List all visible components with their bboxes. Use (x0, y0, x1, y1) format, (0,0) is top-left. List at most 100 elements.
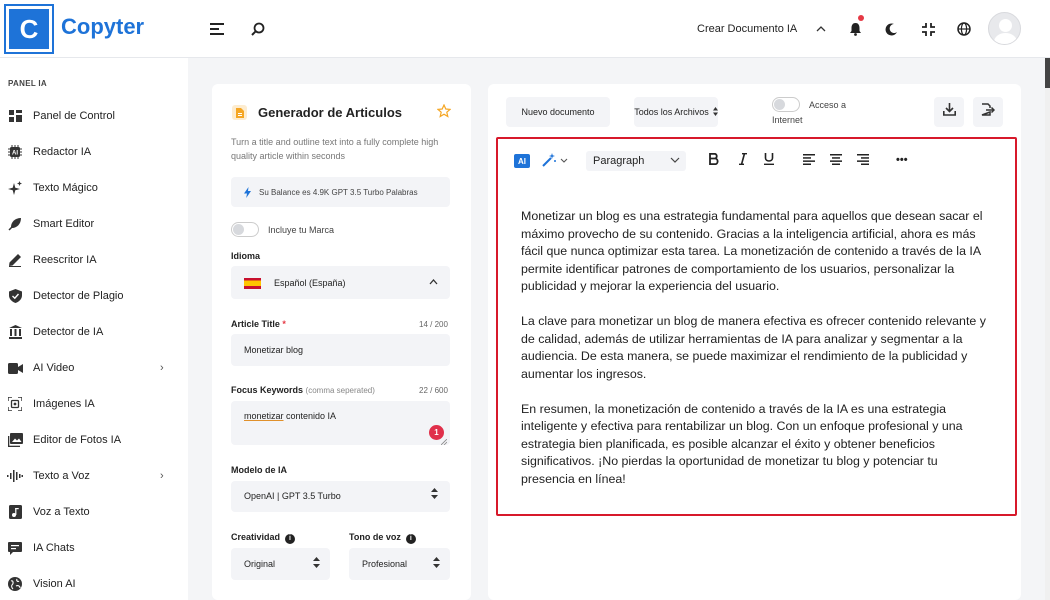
underline-icon[interactable] (764, 153, 774, 165)
sidebar-item-voz-a-texto[interactable]: Voz a Texto (0, 494, 188, 530)
form-title: Generador de Articulos (258, 105, 402, 120)
content-paragraph: En resumen, la monetización de contenido… (521, 401, 963, 486)
download-button[interactable] (934, 97, 964, 127)
ai-model-select[interactable]: OpenAI | GPT 3.5 Turbo (231, 481, 450, 512)
resize-handle-icon[interactable] (440, 437, 448, 447)
sidebar-item-label: IA Chats (33, 542, 75, 554)
brand-toggle[interactable] (231, 222, 259, 237)
app-name[interactable]: Copyter (61, 14, 144, 40)
article-title-label: Article Title * (231, 319, 286, 329)
focus-keywords-label: Focus Keywords (comma seperated) (231, 385, 375, 395)
favorite-star-icon[interactable] (436, 103, 452, 123)
bell-icon[interactable] (844, 18, 866, 40)
sidebar-item-imagenes-ia[interactable]: Imágenes IA (0, 386, 188, 422)
pen-icon (7, 252, 23, 268)
page-scrollbar[interactable] (1045, 58, 1050, 600)
creativity-select[interactable]: Original (231, 548, 330, 580)
grid-icon (7, 108, 23, 124)
info-icon: i (405, 534, 416, 544)
creativity-label: Creatividad i (231, 532, 296, 544)
fullscreen-exit-icon[interactable] (917, 18, 939, 40)
chevron-right-icon[interactable]: › (160, 362, 164, 374)
download-icon (942, 103, 956, 121)
sidebar-item-label: Vision AI (33, 578, 76, 590)
chevron-up-icon[interactable] (810, 18, 832, 40)
image-scan-icon (7, 396, 23, 412)
internet-access-label-1: Acceso a (809, 100, 847, 110)
music-file-icon (7, 504, 23, 520)
bold-icon[interactable] (709, 153, 719, 165)
tone-label: Tono de voz i (349, 532, 416, 544)
editor-content[interactable]: Monetizar un blog es una estrategia fund… (521, 208, 991, 488)
up-down-icon (431, 488, 438, 501)
sidebar-item-label: Voz a Texto (33, 506, 90, 518)
sparkle-icon (7, 180, 23, 196)
dark-mode-icon[interactable] (881, 18, 903, 40)
form-description: Turn a title and outline text into a ful… (231, 137, 439, 161)
ai-model-label: Modelo de IA (231, 465, 287, 475)
language-label: Idioma (231, 251, 261, 261)
sidebar-item-texto-a-voz[interactable]: Texto a Voz › (0, 458, 188, 494)
sidebar-section-label: PANEL IA (8, 79, 47, 88)
search-icon[interactable] (247, 18, 269, 40)
language-select[interactable]: Español (España) (231, 266, 450, 299)
keywords-counter: 22 / 600 (419, 386, 448, 395)
sidebar-item-redactor-ia[interactable]: AI Redactor IA (0, 134, 188, 170)
sidebar-item-vision-ai[interactable]: Vision AI (0, 566, 188, 600)
up-down-icon (433, 557, 440, 570)
chevron-right-icon[interactable]: › (160, 470, 164, 482)
sidebar-item-label: Detector de IA (33, 326, 104, 338)
balance-banner: Su Balance es 4.9K GPT 3.5 Turbo Palabra… (231, 177, 450, 207)
create-document-button[interactable]: Crear Documento IA (697, 23, 797, 35)
sidebar-item-detector-de-ia[interactable]: Detector de IA (0, 314, 188, 350)
chat-icon (7, 540, 23, 556)
more-options-icon[interactable]: ••• (896, 154, 908, 166)
sidebar-item-label: Reescritor IA (33, 254, 97, 266)
sidebar-item-ia-chats[interactable]: IA Chats (0, 530, 188, 566)
brand-toggle-label: Incluye tu Marca (268, 225, 335, 235)
ai-assist-button[interactable]: AI (514, 154, 530, 168)
paragraph-style-select[interactable]: Paragraph (586, 151, 686, 171)
sidebar-item-editor-de-fotos-ia[interactable]: Editor de Fotos IA (0, 422, 188, 458)
rich-text-editor[interactable]: AI Paragraph ••• Monetizar un blog es un… (496, 137, 1017, 516)
tone-select[interactable]: Profesional (349, 548, 450, 580)
article-title-input[interactable]: Monetizar blog (231, 334, 450, 366)
focus-keywords-textarea[interactable]: monetizar contenido IA (231, 401, 450, 447)
align-right-icon[interactable] (857, 154, 869, 165)
logo[interactable]: C (4, 4, 54, 54)
save-button[interactable] (973, 97, 1003, 127)
magic-wand-dropdown[interactable] (542, 153, 568, 167)
document-editor-card: Nuevo documento Todos los Archivos Acces… (488, 84, 1021, 600)
content-paragraph: La clave para monetizar un blog de maner… (521, 314, 986, 381)
article-generator-form: Generador de Articulos Turn a title and … (212, 84, 471, 600)
globe-language-icon[interactable] (953, 18, 975, 40)
sidebar-item-label: AI Video (33, 362, 75, 374)
photo-icon (7, 432, 23, 448)
sidebar-item-ai-video[interactable]: AI Video › (0, 350, 188, 386)
language-value: Español (España) (274, 278, 346, 288)
sidebar-item-reescritor-ia[interactable]: Reescritor IA (0, 242, 188, 278)
all-files-select[interactable]: Todos los Archivos (634, 97, 718, 127)
sidebar-item-label: Editor de Fotos IA (33, 434, 122, 446)
chevron-up-icon (429, 277, 438, 287)
feather-icon (7, 216, 23, 232)
sidebar-item-label: Imágenes IA (33, 398, 95, 410)
new-document-button[interactable]: Nuevo documento (506, 97, 610, 127)
grammar-error-badge[interactable]: 1 (429, 425, 444, 440)
sidebar-item-detector-de-plagio[interactable]: Detector de Plagio (0, 278, 188, 314)
notification-dot (858, 15, 864, 21)
align-left-icon[interactable] (803, 154, 815, 165)
internet-access-toggle[interactable] (772, 97, 800, 112)
sidebar-item-texto-magico[interactable]: Texto Mágico (0, 170, 188, 206)
menu-icon[interactable] (206, 18, 228, 40)
sidebar-item-panel-de-control[interactable]: Panel de Control (0, 98, 188, 134)
bolt-icon (244, 185, 251, 203)
svg-text:AI: AI (12, 151, 18, 157)
sidebar-item-smart-editor[interactable]: Smart Editor (0, 206, 188, 242)
balance-text: Su Balance es 4.9K GPT 3.5 Turbo Palabra… (259, 187, 418, 197)
italic-icon[interactable] (739, 153, 747, 165)
align-center-icon[interactable] (830, 154, 842, 165)
logo-letter: C (9, 9, 49, 49)
user-avatar[interactable] (988, 12, 1021, 45)
spain-flag-icon (244, 278, 261, 289)
